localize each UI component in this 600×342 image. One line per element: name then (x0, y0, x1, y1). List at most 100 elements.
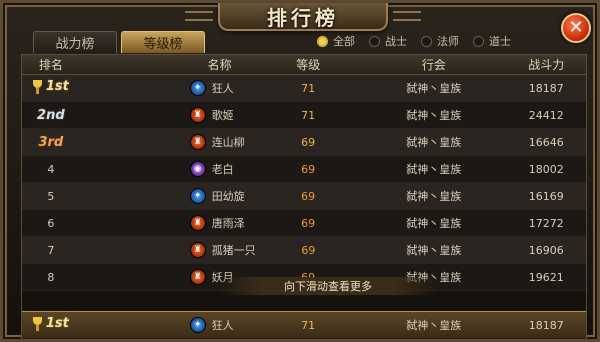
table-row[interactable]: 1st ✦ 狂人 71 弑神丶皇族 18187 (22, 75, 586, 102)
name-cell: ✦ 狂人 (80, 317, 250, 333)
rank-label: 1st (45, 316, 69, 332)
power-cell: 16169 (528, 189, 564, 203)
rank-medal: 3rd (38, 135, 63, 150)
name-cell: ♜ 唐雨泽 (80, 215, 250, 231)
title-ornament-right (393, 11, 421, 21)
tab-level-ranking[interactable]: 等级榜 (121, 31, 205, 53)
power-cell: 17272 (528, 216, 564, 230)
my-rank-row[interactable]: 1st ✦ 狂人 71 弑神丶皇族 18187 (22, 311, 586, 339)
warrior-class-icon: ♜ (189, 242, 206, 258)
rank-cell: 7 (47, 243, 55, 257)
player-name-wrap: ♜ 孤猪一只 (189, 242, 256, 258)
player-name[interactable]: 连山柳 (212, 134, 245, 150)
rank-medal: 1st (32, 316, 69, 332)
warrior-class-icon: ♜ (189, 107, 206, 123)
table-row[interactable]: 6 ♜ 唐雨泽 69 弑神丶皇族 17272 (22, 210, 586, 237)
rank-medal: 2nd (37, 108, 65, 123)
guild-cell: 弑神丶皇族 (406, 136, 462, 149)
name-cell: ◉ 老白 (80, 161, 250, 177)
filter-mage[interactable]: 法师 (421, 33, 459, 49)
table-row[interactable]: 3rd ♜ 连山柳 69 弑神丶皇族 16646 (22, 129, 586, 156)
name-cell: ✦ 田幼旋 (80, 188, 250, 204)
table-row[interactable]: 4 ◉ 老白 69 弑神丶皇族 18002 (22, 156, 586, 183)
warrior-class-icon: ♜ (189, 269, 206, 285)
mage-class-icon: ✦ (189, 80, 206, 96)
header-guild: 行会 (421, 58, 446, 72)
rank-cell: 8 (47, 270, 55, 284)
ranking-tabs: 战力榜 等级榜 (33, 31, 205, 53)
tab-power-ranking[interactable]: 战力榜 (33, 31, 117, 53)
filter-taoist[interactable]: 道士 (473, 33, 511, 49)
power-cell: 16906 (528, 243, 564, 257)
rank-label: 1st (45, 79, 69, 95)
player-name-wrap: ✦ 田幼旋 (189, 188, 245, 204)
mage-class-icon: ✦ (189, 317, 206, 333)
power-cell: 18187 (528, 318, 564, 332)
header-rank: 排名 (38, 58, 63, 72)
rank-label: 3rd (38, 134, 64, 150)
player-name[interactable]: 老白 (212, 161, 234, 177)
power-cell: 19621 (528, 270, 564, 284)
name-cell: ♜ 连山柳 (80, 134, 250, 150)
header-power: 战斗力 (528, 58, 565, 72)
rank-cell: 1st (22, 316, 80, 334)
level-cell: 71 (301, 108, 316, 122)
level-cell: 71 (301, 81, 316, 95)
rank-medal: 1st (32, 79, 69, 95)
filter-label: 道士 (489, 35, 511, 48)
tab-label: 等级榜 (143, 37, 183, 52)
table-row[interactable]: 5 ✦ 田幼旋 69 弑神丶皇族 16169 (22, 183, 586, 210)
radio-selected-icon (317, 35, 328, 47)
player-name[interactable]: 歌姬 (212, 107, 234, 123)
player-name-wrap: ♜ 连山柳 (189, 134, 245, 150)
close-icon: ✕ (568, 17, 584, 38)
name-cell: ♜ 歌姬 (80, 107, 250, 123)
player-name-wrap: ♜ 唐雨泽 (189, 215, 245, 231)
guild-cell: 弑神丶皇族 (406, 319, 462, 332)
ranking-table[interactable]: 排名 名称 等级 行会 战斗力 1st ✦ 狂人 71 弑神丶皇族 18187 2nd ♜ 歌姬… (21, 54, 587, 340)
power-cell: 18187 (528, 81, 564, 95)
level-cell: 69 (301, 135, 316, 149)
rank-cell: 5 (47, 189, 55, 203)
page-title: 排行榜 (267, 5, 339, 30)
leaderboard-window: 排行榜 ✕ 战力榜 等级榜 全部 战士 法师 道士 排名 名称 等级 行会 战斗… (0, 0, 600, 342)
player-name-wrap: ✦ 狂人 (189, 80, 234, 96)
filter-warrior[interactable]: 战士 (369, 33, 407, 49)
level-cell: 69 (301, 243, 316, 257)
rank-cell: 2nd (22, 108, 80, 123)
rank-cell: 6 (47, 216, 55, 230)
close-button[interactable]: ✕ (561, 13, 591, 43)
guild-cell: 弑神丶皇族 (406, 109, 462, 122)
class-filter: 全部 战士 法师 道士 (317, 33, 511, 49)
player-name-wrap: ◉ 老白 (189, 161, 234, 177)
rank-cell: 4 (47, 162, 55, 176)
player-name[interactable]: 狂人 (212, 317, 234, 333)
level-cell: 71 (301, 318, 316, 332)
guild-cell: 弑神丶皇族 (406, 190, 462, 203)
table-row[interactable]: 7 ♜ 孤猪一只 69 弑神丶皇族 16906 (22, 237, 586, 264)
scroll-hint: 向下滑动查看更多 (218, 277, 438, 295)
guild-cell: 弑神丶皇族 (406, 244, 462, 257)
power-cell: 16646 (528, 135, 564, 149)
table-row[interactable]: 2nd ♜ 歌姬 71 弑神丶皇族 24412 (22, 102, 586, 129)
mage-class-icon: ✦ (189, 188, 206, 204)
title-banner: 排行榜 (218, 3, 388, 31)
player-name[interactable]: 唐雨泽 (212, 215, 245, 231)
filter-label: 战士 (385, 35, 407, 48)
player-name[interactable]: 狂人 (212, 80, 234, 96)
power-cell: 18002 (528, 162, 564, 176)
level-cell: 69 (301, 162, 316, 176)
filter-all[interactable]: 全部 (317, 33, 355, 49)
tab-label: 战力榜 (55, 37, 95, 52)
radio-icon (421, 35, 432, 47)
title-ornament-left (185, 11, 213, 21)
player-name-wrap: ♜ 歌姬 (189, 107, 234, 123)
player-name[interactable]: 田幼旋 (212, 188, 245, 204)
table-body: 1st ✦ 狂人 71 弑神丶皇族 18187 2nd ♜ 歌姬 71 弑神丶皇族 24412 3rd ♜… (22, 75, 586, 291)
warrior-class-icon: ♜ (189, 134, 206, 150)
level-cell: 69 (301, 216, 316, 230)
radio-icon (369, 35, 380, 47)
filter-label: 全部 (333, 35, 355, 48)
radio-icon (473, 35, 484, 47)
power-cell: 24412 (528, 108, 564, 122)
